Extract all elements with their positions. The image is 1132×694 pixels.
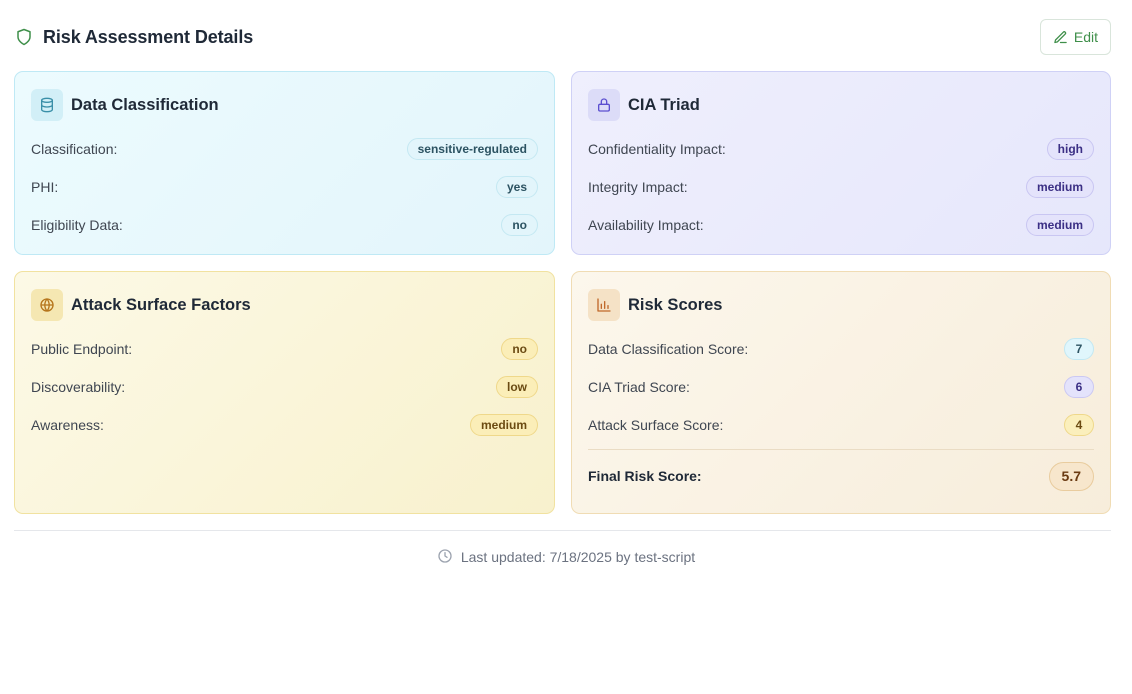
risk-assessment-page: Risk Assessment Details Edit Data Classi… <box>0 0 1132 694</box>
discoverability-row: Discoverability: low <box>31 368 538 406</box>
globe-icon <box>31 289 63 321</box>
final-score-badge: 5.7 <box>1048 461 1094 491</box>
page-header: Risk Assessment Details Edit <box>14 19 1111 55</box>
confidentiality-row: Confidentiality Impact: high <box>588 130 1094 168</box>
row-label: Integrity Impact: <box>588 179 688 195</box>
status-badge: medium <box>1025 214 1094 236</box>
eligibility-data-row: Eligibility Data: no <box>31 206 538 244</box>
clock-icon <box>437 548 453 567</box>
cia-triad-score-row: CIA Triad Score: 6 <box>588 368 1094 406</box>
last-updated-text: Last updated: 7/18/2025 by test-script <box>460 549 696 565</box>
header-title-group: Risk Assessment Details <box>14 27 253 48</box>
attack-surface-card: Attack Surface Factors Public Endpoint: … <box>14 271 555 514</box>
row-label: Awareness: <box>31 417 104 433</box>
status-badge: medium <box>469 414 538 436</box>
row-label: CIA Triad Score: <box>588 379 690 395</box>
page-title: Risk Assessment Details <box>43 26 254 47</box>
status-badge: sensitive-regulated <box>406 138 538 160</box>
card-title: Attack Surface Factors <box>71 295 251 314</box>
score-badge: 6 <box>1064 376 1094 398</box>
attack-surface-score-row: Attack Surface Score: 4 <box>588 406 1094 444</box>
score-badge: 4 <box>1064 414 1094 436</box>
card-header: CIA Triad <box>588 89 1094 121</box>
data-classification-card: Data Classification Classification: sens… <box>14 71 555 255</box>
row-label: PHI: <box>31 179 59 195</box>
lock-icon <box>588 89 620 121</box>
score-badge: 7 <box>1064 338 1094 360</box>
row-label: Eligibility Data: <box>31 217 123 233</box>
awareness-row: Awareness: medium <box>31 406 538 444</box>
shield-icon <box>15 28 33 46</box>
status-badge: yes <box>495 176 538 198</box>
availability-row: Availability Impact: medium <box>588 206 1094 244</box>
cia-triad-card: CIA Triad Confidentiality Impact: high I… <box>571 71 1111 255</box>
card-header: Attack Surface Factors <box>31 289 538 321</box>
final-risk-score-row: Final Risk Score: 5.7 <box>588 456 1094 496</box>
row-label: Confidentiality Impact: <box>588 141 726 157</box>
score-divider <box>588 449 1094 450</box>
bar-chart-icon <box>588 289 620 321</box>
footer-divider <box>14 530 1111 531</box>
status-badge: medium <box>1025 176 1094 198</box>
card-title: Data Classification <box>71 95 219 114</box>
row-label: Discoverability: <box>31 379 126 395</box>
row-label: Public Endpoint: <box>31 341 133 357</box>
risk-scores-card: Risk Scores Data Classification Score: 7… <box>571 271 1111 514</box>
edit-button[interactable]: Edit <box>1039 19 1111 55</box>
status-badge: high <box>1046 138 1094 160</box>
pencil-icon <box>1053 30 1068 45</box>
data-classification-score-row: Data Classification Score: 7 <box>588 330 1094 368</box>
status-badge: no <box>501 214 538 236</box>
phi-row: PHI: yes <box>31 168 538 206</box>
final-score-label: Final Risk Score: <box>588 468 702 484</box>
row-label: Availability Impact: <box>588 217 704 233</box>
row-label: Attack Surface Score: <box>588 417 724 433</box>
card-title: CIA Triad <box>628 95 700 114</box>
classification-row: Classification: sensitive-regulated <box>31 130 538 168</box>
status-badge: low <box>496 376 538 398</box>
card-title: Risk Scores <box>628 295 723 314</box>
status-badge: no <box>501 338 538 360</box>
integrity-row: Integrity Impact: medium <box>588 168 1094 206</box>
row-label: Classification: <box>31 141 118 157</box>
public-endpoint-row: Public Endpoint: no <box>31 330 538 368</box>
footer: Last updated: 7/18/2025 by test-script <box>0 547 1132 567</box>
card-header: Risk Scores <box>588 289 1094 321</box>
database-icon <box>31 89 63 121</box>
card-header: Data Classification <box>31 89 538 121</box>
edit-button-label: Edit <box>1073 29 1098 45</box>
row-label: Data Classification Score: <box>588 341 749 357</box>
